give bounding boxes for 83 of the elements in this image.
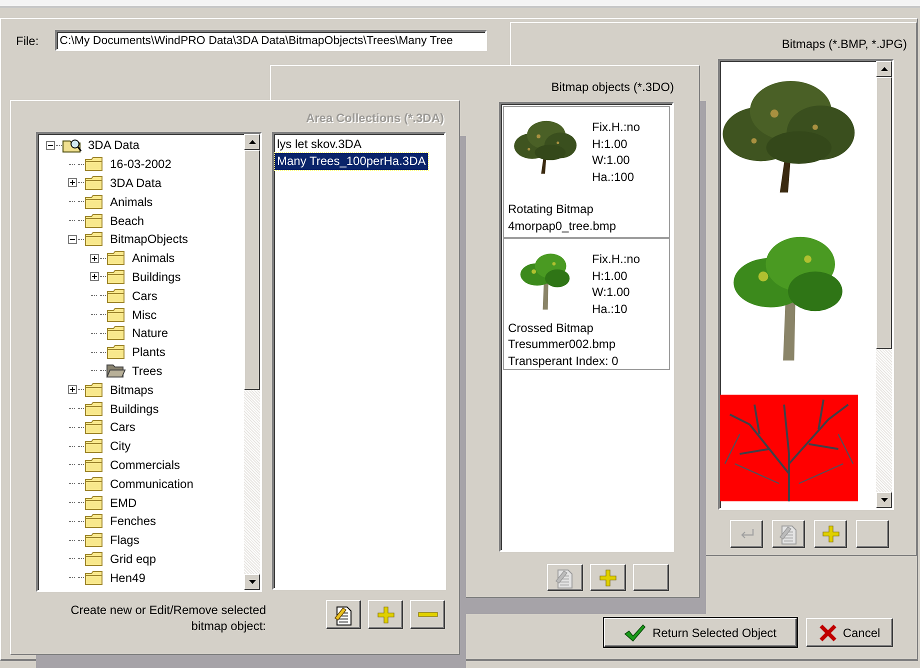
tree-item[interactable]: Grid eqp [110, 552, 156, 566]
toolbar-button[interactable] [856, 520, 889, 548]
tree-item[interactable]: 16-03-2002 [110, 157, 172, 172]
bitmap-object-list[interactable]: Fix.H.:no H:1.00 W:1.00 Ha.:100 Rotating Bitmap 4morpap0_tree.bmp Fix.H.:no H:1.00 W:1.00 Ha.:10 Crossed Bitmap Tresummer002.bmp Transperant Index: 0 [499, 102, 674, 552]
document-edit-icon [778, 523, 798, 545]
spec-text: H:1.00 [592, 268, 628, 284]
document-edit-icon [555, 566, 575, 588]
tree-item[interactable]: Animals [132, 251, 175, 266]
spec-text: W:1.00 [592, 284, 631, 300]
bitmap-file-name: 4morpap0_tree.bmp [508, 218, 618, 234]
toolbar-button[interactable] [326, 600, 361, 629]
folder-tree[interactable]: 3DA Data 16-03-2002 3DA Data Animals Beach BitmapObjects Animals Buildings Cars Misc Nature Plants Trees Bitmaps Buildings Cars City Commercials Communication EMD Fenches Flags Grid eqp Hen49 [36, 132, 262, 592]
collapse-icon[interactable] [68, 234, 76, 244]
tree-item[interactable]: Bitmaps [110, 382, 154, 397]
collection-list[interactable]: lys let skov.3DA Many Trees_100perHa.3DA [272, 132, 446, 590]
tree-item[interactable]: Fenches [110, 514, 156, 528]
return-selected-object-button[interactable]: Return Selected Object [604, 618, 797, 647]
hint-text: Create new or Edit/Remove selected bitmap object: [70, 602, 266, 634]
tree-item[interactable]: BitmapObjects [110, 232, 188, 246]
transparent-index-text: Transperant Index: 0 [508, 352, 620, 369]
bitmap-list[interactable] [718, 59, 894, 510]
tree-item[interactable]: Buildings [110, 402, 159, 416]
tree-item[interactable]: Trees [132, 364, 162, 378]
checkmark-icon [624, 624, 646, 642]
expand-icon[interactable] [68, 178, 76, 188]
down-arrow-icon [880, 498, 888, 502]
panel-title: Bitmap objects (*.3DO) [551, 80, 674, 94]
plus-icon [376, 606, 394, 624]
document-edit-icon [334, 604, 354, 626]
tree-item[interactable]: Nature [132, 326, 168, 340]
tree-item[interactable]: Hen49 [110, 570, 146, 585]
scrollbar[interactable] [244, 134, 260, 590]
tree-item[interactable]: 3DA Data [110, 176, 162, 190]
toolbar-button[interactable] [410, 600, 445, 629]
bitmap-object-card[interactable]: Fix.H.:no H:1.00 W:1.00 Ha.:10 Crossed Bitmap Tresummer002.bmp Transperant Index: 0 [503, 238, 670, 370]
tree-item[interactable]: Misc [132, 308, 157, 322]
spec-text: Ha.:100 [592, 168, 636, 185]
expand-icon[interactable] [90, 254, 98, 263]
tree-item[interactable]: Buildings [132, 270, 181, 284]
file-label: File: [16, 34, 39, 48]
tree-item[interactable]: City [110, 439, 131, 454]
up-arrow-icon [248, 140, 256, 144]
tree-item[interactable]: Commercials [110, 458, 180, 472]
spec-text: H:1.00 [592, 136, 628, 152]
expand-icon[interactable] [68, 385, 76, 394]
up-arrow-icon [880, 67, 888, 71]
toolbar-button[interactable] [368, 600, 403, 629]
bitmap-type-text: Crossed Bitmap [508, 320, 594, 336]
file-path-field[interactable]: C:\My Documents\WindPRO Data\3DA Data\BitmapObjects\Trees\Many Tree [54, 30, 487, 51]
bitmap-object-card[interactable]: Fix.H.:no H:1.00 W:1.00 Ha.:100 Rotating Bitmap 4morpap0_tree.bmp [503, 106, 670, 238]
cancel-button[interactable]: Cancel [806, 618, 893, 647]
tree-item[interactable]: Plants [132, 345, 166, 360]
spec-text: Fix.H.:no [592, 251, 640, 268]
return-arrow-icon [738, 528, 754, 540]
toolbar-button[interactable] [814, 520, 847, 548]
tree-item[interactable]: Animals [110, 194, 153, 209]
tree-item[interactable]: Cars [110, 420, 136, 434]
toolbar-button[interactable] [633, 564, 669, 591]
tree-item[interactable]: EMD [110, 496, 137, 510]
plus-icon [822, 525, 840, 543]
panel-title: Area Collections (*.3DA) [306, 111, 444, 125]
tree-item[interactable]: 3DA Data [88, 138, 140, 152]
drive-icon [62, 137, 82, 154]
list-item[interactable]: lys let skov.3DA [275, 136, 364, 153]
bitmap-file-name: Tresummer002.bmp [508, 336, 617, 352]
spec-text: W:1.00 [592, 152, 631, 168]
collapse-icon[interactable] [46, 140, 54, 150]
tree-item[interactable]: Communication [110, 476, 194, 491]
tree-item[interactable]: Cars [132, 288, 158, 303]
tree-item[interactable]: Beach [110, 214, 144, 228]
spec-text: Ha.:10 [592, 300, 628, 317]
scrollbar[interactable] [876, 61, 892, 508]
toolbar-button[interactable] [590, 564, 626, 591]
close-icon [818, 624, 837, 642]
spec-text: Fix.H.:no [592, 119, 640, 136]
tree-item[interactable]: Flags [110, 533, 140, 548]
bitmap-type-text: Rotating Bitmap [508, 201, 594, 218]
plus-icon [599, 568, 617, 586]
list-item[interactable]: Many Trees_100perHa.3DA [275, 153, 428, 170]
down-arrow-icon [248, 580, 256, 584]
panel-title: Bitmaps (*.BMP, *.JPG) [782, 37, 907, 51]
expand-icon[interactable] [90, 272, 98, 282]
minus-icon [418, 612, 438, 617]
